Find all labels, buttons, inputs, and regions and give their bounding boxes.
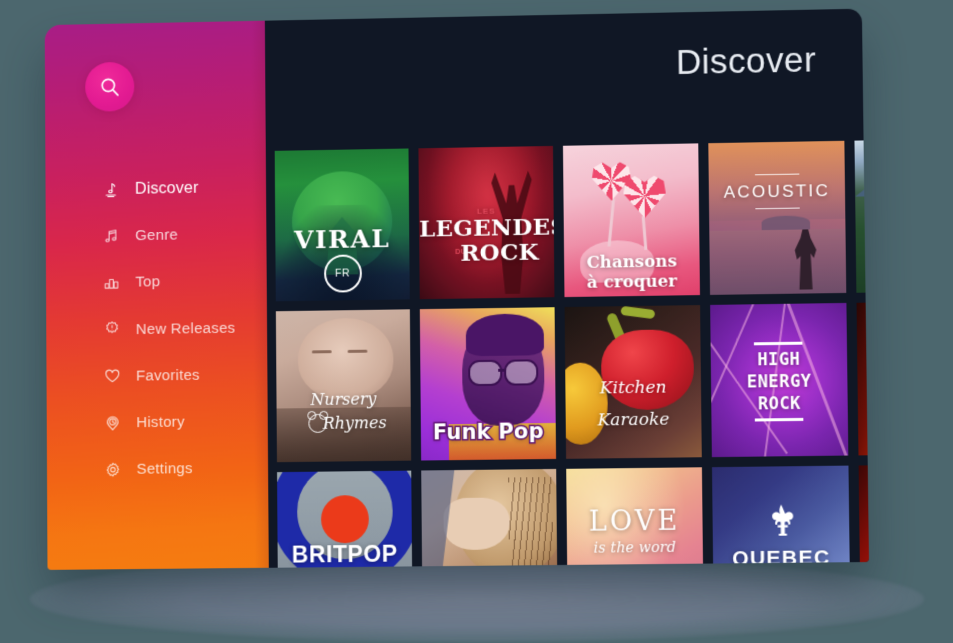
sidebar-item-label: Discover [134, 178, 199, 198]
tile-title: HIGH [757, 349, 801, 371]
sidebar-item-label: Settings [136, 460, 193, 478]
playlist-tile-funk-pop[interactable]: Funk Pop [419, 307, 557, 461]
divider-rule [753, 341, 803, 346]
sidebar-item-label: New Releases [135, 319, 236, 338]
sidebar-item-genre[interactable]: Genre [46, 217, 267, 253]
acoustic-sea [709, 228, 847, 295]
baby-face-shape [297, 317, 394, 401]
playlist-tile-nursery-rhymes[interactable]: Nursery Rhymes [275, 309, 412, 463]
heart-icon [102, 367, 121, 386]
tile-title-2: à croquer [586, 271, 678, 292]
search-icon [98, 75, 122, 99]
mod-target-center [320, 495, 370, 544]
tile-title-3: ROCK [757, 393, 802, 415]
tile-title [859, 464, 869, 466]
playlist-tile-acoustic[interactable]: ACOUSTIC [708, 140, 847, 295]
tile-title: Chansons [586, 251, 678, 272]
acoustic-island [761, 215, 811, 231]
tile-title: Nursery [310, 389, 377, 410]
sidebar: Discover Genre Top New Releases Favorite… [44, 20, 269, 570]
bar-chart-icon [102, 273, 121, 292]
search-button[interactable] [85, 61, 135, 112]
app-window: Discover Genre Top New Releases Favorite… [44, 8, 869, 570]
tile-title-2: ROCK [460, 238, 539, 267]
playlist-tile-viral[interactable]: VIRAL FR [274, 148, 410, 302]
tile-title-2: is the word [593, 539, 677, 557]
playlist-tile-guitar-hands[interactable] [421, 468, 558, 568]
tile-title-2: ENERGY [746, 371, 812, 393]
heart-lollipop-icon [620, 174, 669, 219]
music-note-icon [101, 180, 120, 199]
playlist-tile-kitchen-karaoke[interactable]: Kitchen Karaoke [564, 305, 702, 459]
gear-icon [103, 460, 122, 479]
content-area: Discover VIRAL FR LES LEGENDES DU ROCK C… [264, 8, 869, 568]
sidebar-item-label: Top [135, 273, 161, 291]
sidebar-item-new-releases[interactable]: New Releases [46, 311, 267, 347]
tile-title-2: Rhymes [322, 413, 387, 433]
playlist-tile-fire[interactable] [856, 300, 869, 456]
playlist-tile-red[interactable] [858, 463, 869, 568]
closed-eye-shape [347, 349, 368, 353]
pepper-stem [620, 305, 656, 320]
funk-hair-shape [465, 313, 545, 357]
sidebar-item-discover[interactable]: Discover [45, 171, 266, 207]
sunglasses-lens [504, 359, 539, 386]
page-title: Discover [675, 40, 817, 83]
device-drop-shadow [30, 556, 924, 642]
clock-pin-icon [103, 413, 122, 432]
tile-title [857, 301, 869, 303]
playlist-tile-quebec[interactable]: QUEBEC [711, 465, 851, 568]
sidebar-item-history[interactable]: History [47, 405, 268, 440]
tile-title [854, 138, 869, 140]
sidebar-item-label: History [136, 413, 185, 432]
sidebar-item-top[interactable]: Top [46, 264, 267, 300]
sparkle-badge-icon [102, 320, 121, 339]
sidebar-item-label: Favorites [135, 366, 200, 385]
playlist-tile-high-energy-rock[interactable]: HIGH ENERGY ROCK [710, 302, 849, 458]
playlist-tile-chansons-a-croquer[interactable]: Chansons à croquer [562, 143, 700, 298]
sidebar-item-label: Genre [135, 226, 179, 245]
tile-title: Funk Pop [431, 418, 545, 446]
lollipop-stick [607, 198, 616, 247]
tile-title: VIRAL [294, 224, 391, 255]
sidebar-nav: Discover Genre Top New Releases Favorite… [45, 171, 268, 501]
tile-title: LOVE [588, 505, 681, 538]
playlist-tile-nature[interactable] [854, 138, 869, 293]
closed-eye-shape [311, 350, 332, 354]
divider-rule [754, 417, 804, 422]
playlist-grid: VIRAL FR LES LEGENDES DU ROCK Chansons à… [274, 138, 869, 568]
tile-title: ACOUSTIC [723, 181, 831, 202]
fleur-de-lis-icon [767, 504, 794, 541]
sunglasses-bridge [498, 368, 505, 372]
playlist-tile-legendes-du-rock[interactable]: LES LEGENDES DU ROCK [418, 145, 555, 300]
tile-title: Kitchen [599, 377, 667, 399]
playlist-tile-love-is-the-word[interactable]: LOVE is the word [566, 467, 704, 568]
mountain-shape [855, 164, 869, 196]
double-note-icon [102, 227, 121, 246]
sunglasses-lens [468, 359, 503, 387]
playlist-tile-britpop[interactable]: BRITPOP [277, 470, 413, 568]
tile-title-2: Karaoke [597, 409, 670, 431]
sidebar-item-favorites[interactable]: Favorites [46, 358, 267, 394]
guitar-strings [508, 476, 554, 568]
sidebar-item-settings[interactable]: Settings [47, 451, 268, 486]
tile-title: BRITPOP [291, 540, 398, 568]
